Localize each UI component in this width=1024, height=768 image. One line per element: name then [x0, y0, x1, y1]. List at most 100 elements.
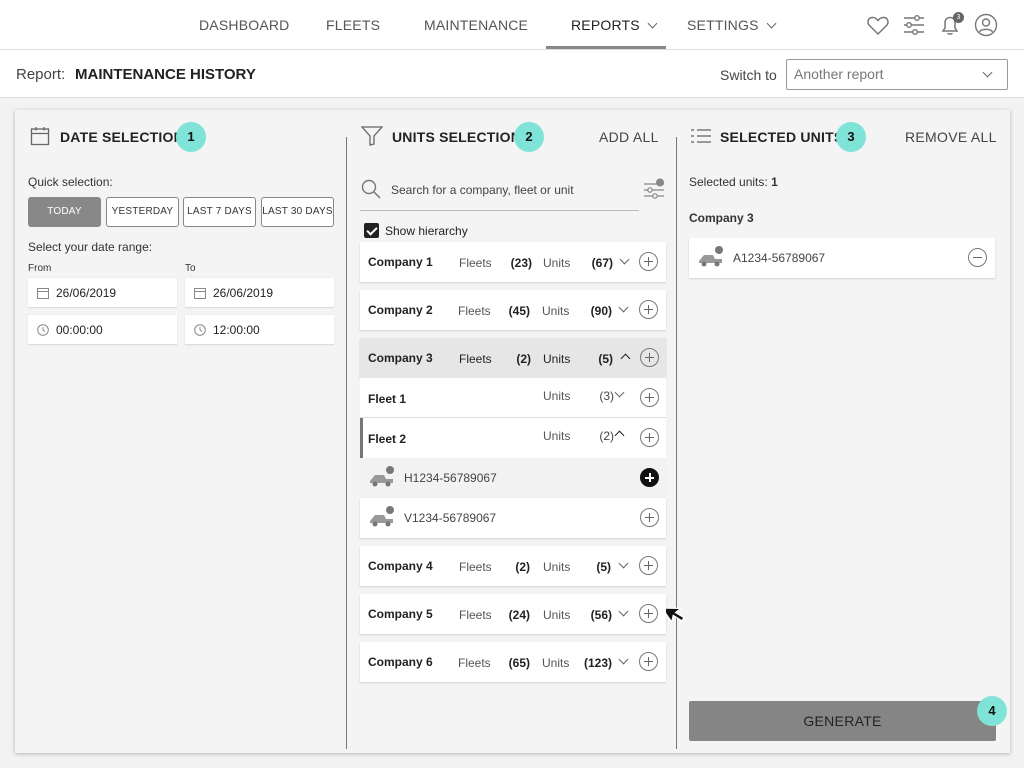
add-fleet-button[interactable] — [640, 388, 659, 407]
sliders-icon[interactable] — [902, 13, 926, 37]
search-icon — [361, 179, 381, 199]
add-company-button[interactable] — [639, 556, 658, 575]
nav-dashboard[interactable]: DASHBOARD — [199, 0, 289, 50]
mouse-cursor-icon — [666, 607, 685, 624]
nav-maintenance[interactable]: MAINTENANCE — [424, 0, 528, 50]
heart-icon[interactable] — [866, 13, 890, 37]
nav-settings[interactable]: SETTINGS — [687, 0, 777, 50]
step-badge-1: 1 — [176, 122, 206, 152]
step-badge-4: 4 — [977, 696, 1007, 726]
from-time-field[interactable]: 00:00:00 — [28, 315, 177, 345]
company-row[interactable]: Company 6 Fleets (65) Units (123) — [360, 642, 666, 682]
units-count: (2) — [599, 429, 614, 443]
units-label: Units — [543, 429, 571, 443]
chevron-down-icon[interactable] — [619, 254, 630, 265]
selected-unit-card: A1234-56789067 — [689, 238, 995, 278]
calendar-icon — [194, 288, 206, 299]
quick-today-button[interactable]: TODAY — [28, 197, 101, 227]
quick-last-30-days-button[interactable]: LAST 30 DAYS — [261, 197, 334, 227]
company-row[interactable]: Company 5 Fleets (24) Units (56) — [360, 594, 666, 634]
units-label: Units — [543, 560, 571, 574]
to-date-field[interactable]: 26/06/2019 — [185, 278, 334, 308]
quick-yesterday-button[interactable]: YESTERDAY — [106, 197, 179, 227]
from-date-value: 26/06/2019 — [56, 286, 117, 300]
to-time-value: 12:00:00 — [213, 323, 260, 337]
units-label: Units — [543, 608, 571, 622]
remove-all-button[interactable]: REMOVE ALL — [905, 129, 997, 145]
add-fleet-button[interactable] — [640, 428, 659, 447]
unit-row[interactable]: V1234-56789067 — [360, 498, 666, 538]
switch-report-select[interactable]: Another report — [786, 59, 1008, 90]
units-count: (67) — [591, 256, 613, 270]
company-row-expanded[interactable]: Company 3 Fleets (2) Units (5) — [360, 338, 666, 378]
units-count: (5) — [596, 560, 611, 574]
user-icon[interactable] — [974, 13, 998, 37]
chevron-down-icon[interactable] — [618, 606, 629, 617]
show-hierarchy-checkbox[interactable] — [364, 223, 379, 238]
add-all-button[interactable]: ADD ALL — [599, 129, 659, 145]
company-name: Company 5 — [368, 607, 433, 621]
add-company-button[interactable] — [639, 252, 658, 271]
selected-count-text: Selected units: — [689, 175, 768, 189]
nav-reports[interactable]: REPORTS — [546, 0, 666, 49]
to-time-field[interactable]: 12:00:00 — [185, 315, 334, 345]
remove-unit-button[interactable] — [968, 248, 987, 267]
quick-selection-label: Quick selection: — [28, 175, 113, 189]
machine-icon — [370, 506, 394, 527]
add-unit-button[interactable] — [640, 468, 659, 487]
fleets-label: Fleets — [459, 256, 492, 270]
to-label: To — [185, 263, 196, 274]
search-input[interactable]: Search for a company, fleet or unit — [391, 183, 574, 197]
units-count: (90) — [590, 304, 612, 318]
add-unit-button[interactable] — [640, 508, 659, 527]
unit-name: H1234-56789067 — [404, 471, 497, 485]
quick-last-7-days-button[interactable]: LAST 7 DAYS — [183, 197, 256, 227]
company-name: Company 1 — [368, 255, 433, 269]
workspace: DATE SELECTION 1 Quick selection: TODAY … — [0, 98, 1024, 768]
fleet-row[interactable]: Fleet 1 Units (3) — [360, 378, 666, 418]
selected-company-name: Company 3 — [689, 211, 754, 225]
unit-row[interactable]: H1234-56789067 — [360, 458, 666, 498]
step-badge-3: 3 — [836, 122, 866, 152]
column-divider — [676, 137, 677, 749]
machine-icon — [699, 246, 723, 267]
selected-count-value: 1 — [771, 175, 778, 189]
company-name: Company 6 — [368, 655, 433, 669]
filter-settings-icon[interactable] — [643, 178, 665, 200]
fleets-label: Fleets — [459, 352, 492, 366]
company-name: Company 2 — [368, 303, 433, 317]
report-label: Report: — [16, 66, 66, 83]
units-label: Units — [542, 304, 570, 318]
company-row[interactable]: Company 2 Fleets (45) Units (90) — [360, 290, 666, 330]
add-company-button[interactable] — [640, 348, 659, 367]
generate-button[interactable]: GENERATE — [689, 701, 996, 741]
chevron-up-icon[interactable] — [620, 353, 631, 364]
fleet-row-expanded[interactable]: Fleet 2 Units (2) — [360, 418, 666, 458]
chevron-down-icon — [766, 18, 777, 29]
nav-fleets[interactable]: FLEETS — [326, 0, 380, 50]
units-count: (5) — [598, 352, 613, 366]
company-row[interactable]: Company 4 Fleets (2) Units (5) — [360, 546, 666, 586]
chevron-down-icon[interactable] — [614, 387, 625, 398]
chevron-down-icon[interactable] — [618, 302, 629, 313]
company-row[interactable]: Company 1 Fleets (23) Units (67) — [360, 242, 666, 282]
date-range-label: Select your date range: — [28, 240, 153, 254]
add-company-button[interactable] — [639, 652, 658, 671]
selected-units-title: SELECTED UNITS — [720, 129, 844, 145]
from-date-field[interactable]: 26/06/2019 — [28, 278, 177, 308]
chevron-down-icon[interactable] — [618, 558, 629, 569]
clock-icon — [37, 324, 49, 336]
company-name: Company 3 — [368, 351, 433, 365]
company-name: Company 4 — [368, 559, 433, 573]
fleets-count: (2) — [516, 352, 531, 366]
add-company-button[interactable] — [639, 604, 658, 623]
chevron-up-icon[interactable] — [614, 430, 625, 441]
add-company-button[interactable] — [639, 300, 658, 319]
fleets-count: (2) — [515, 560, 530, 574]
nav-reports-label: REPORTS — [571, 17, 640, 33]
fleets-label: Fleets — [459, 608, 492, 622]
selected-unit-name: A1234-56789067 — [733, 251, 826, 265]
unit-name: V1234-56789067 — [404, 511, 497, 525]
units-label: Units — [542, 656, 570, 670]
chevron-down-icon[interactable] — [618, 654, 629, 665]
